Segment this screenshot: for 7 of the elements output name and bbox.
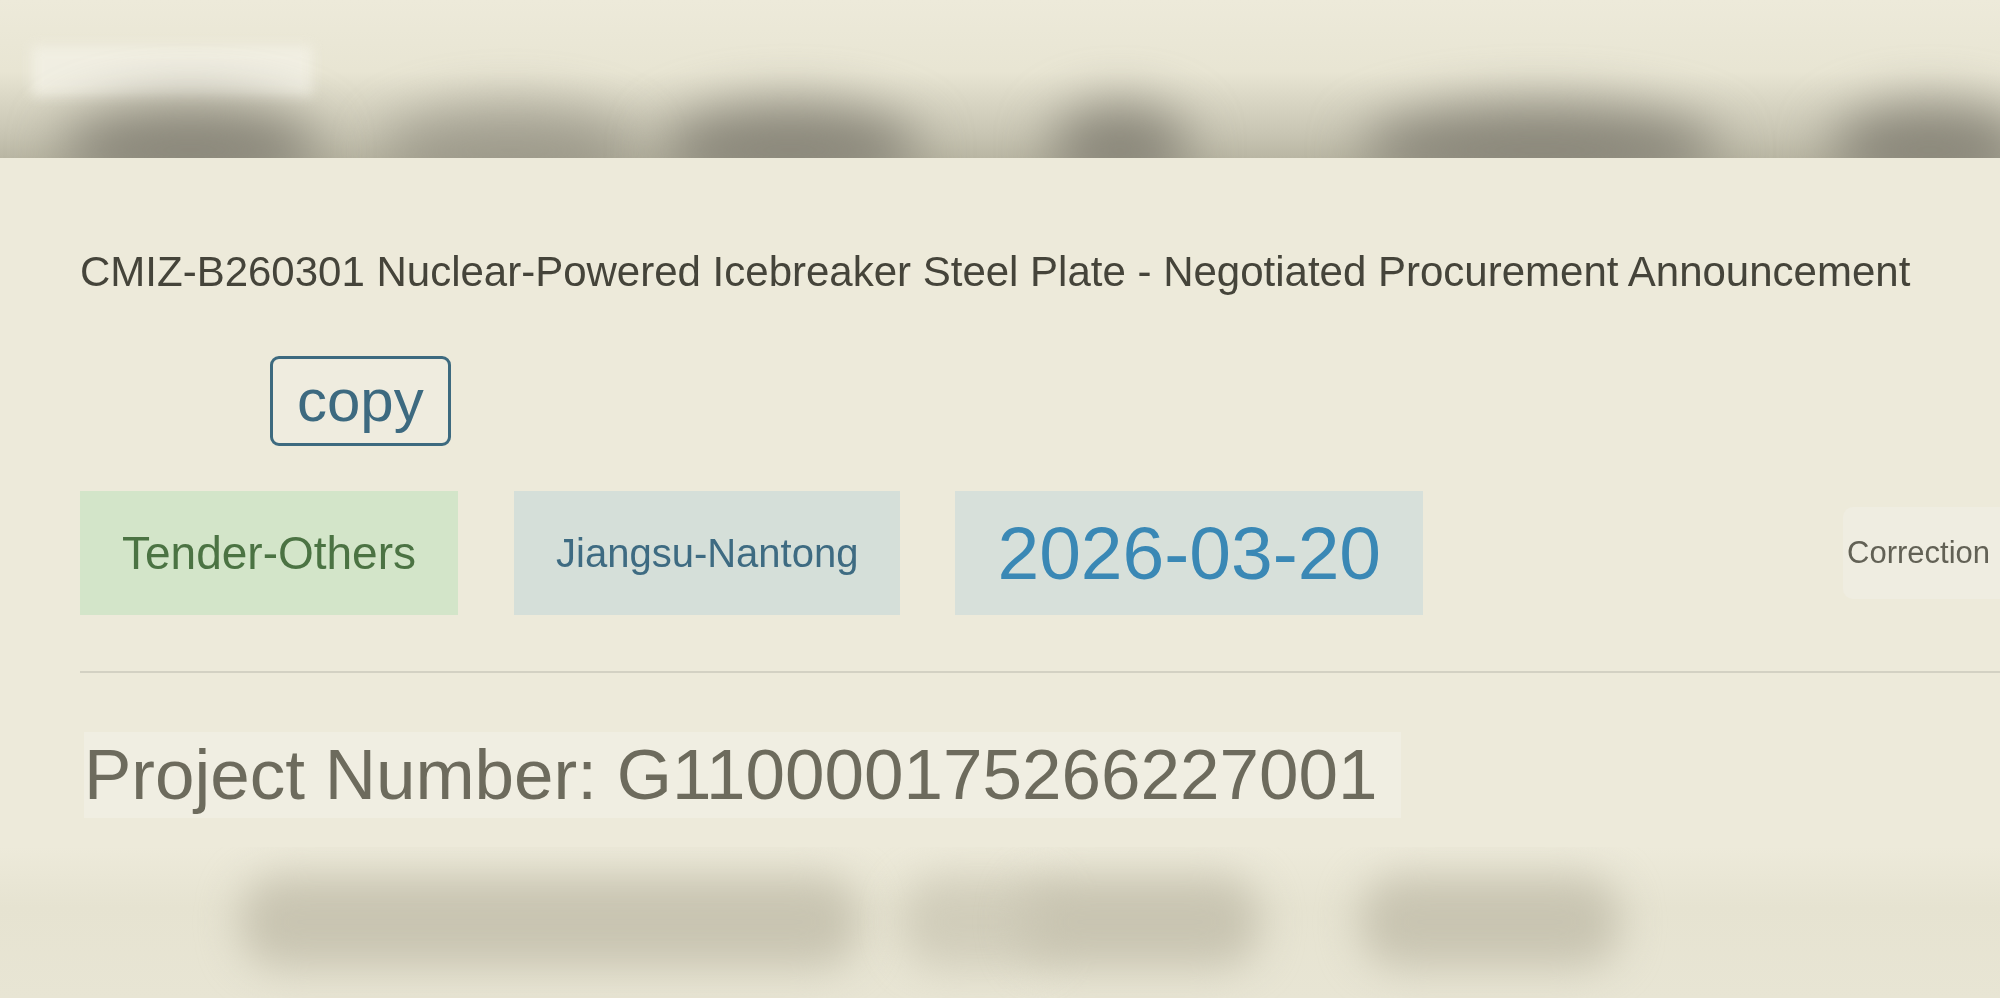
date-tag: 2026-03-20 xyxy=(955,491,1424,615)
announcement-title: CMIZ-B260301 Nuclear-Powered Icebreaker Steel Plate - Negotiated Procurement Announcement xyxy=(80,248,1911,296)
copy-button[interactable]: copy xyxy=(270,356,451,446)
region-tag: Jiangsu-Nantong xyxy=(514,491,901,615)
project-number: Project Number: G110000175266227001 xyxy=(84,732,1402,818)
category-tag: Tender-Others xyxy=(80,491,458,615)
correction-link[interactable]: Correction xyxy=(1843,507,2000,599)
